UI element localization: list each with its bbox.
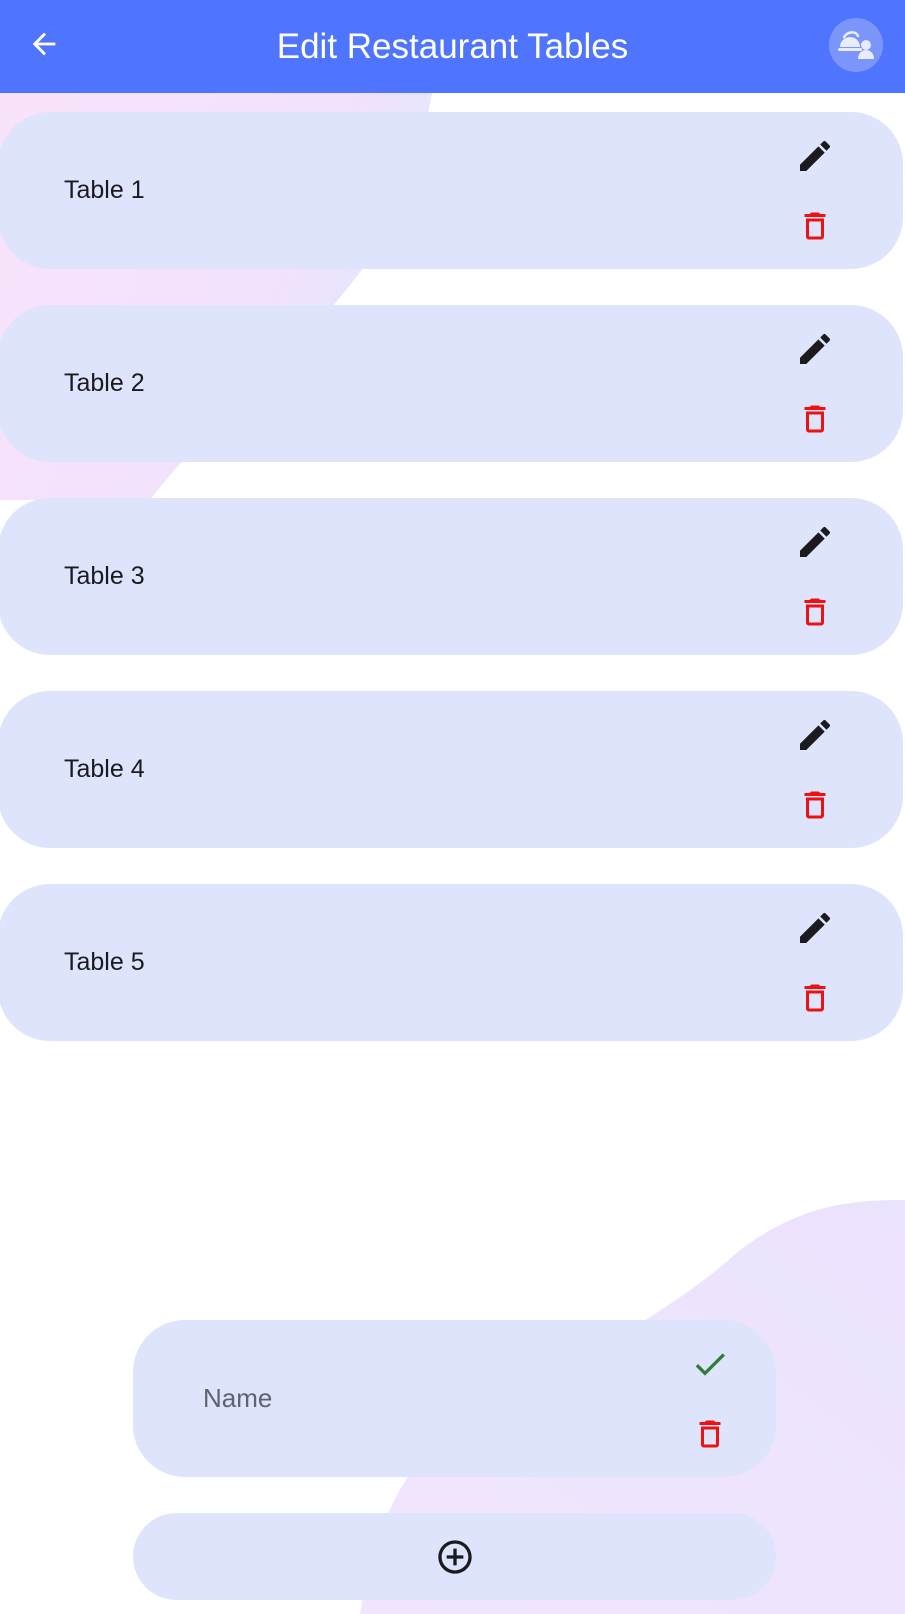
confirm-button[interactable] (686, 1340, 734, 1388)
add-table-button[interactable] (133, 1513, 776, 1600)
delete-button[interactable] (686, 1410, 734, 1458)
new-table-card (133, 1320, 776, 1477)
delete-trash-icon (804, 984, 826, 1012)
table-list: Table 1 Table 2 Table 3 Table 4 Table 5 (0, 112, 905, 1077)
edit-button[interactable] (791, 904, 839, 952)
delete-button[interactable] (791, 588, 839, 636)
screen: Edit Restaurant Tables Table 1 Table 2 T… (0, 0, 905, 1614)
restaurant-staff-avatar-icon (838, 31, 874, 59)
delete-trash-icon (804, 212, 826, 240)
table-name: Table 2 (64, 369, 145, 397)
delete-trash-icon (804, 598, 826, 626)
delete-button[interactable] (791, 974, 839, 1022)
app-bar: Edit Restaurant Tables (0, 0, 905, 93)
table-row: Table 4 (0, 691, 903, 848)
add-circle-icon (437, 1539, 472, 1574)
table-name: Table 3 (64, 562, 145, 590)
delete-button[interactable] (791, 202, 839, 250)
table-row: Table 1 (0, 112, 903, 269)
page-title: Edit Restaurant Tables (276, 27, 629, 66)
edit-pencil-icon (800, 719, 831, 750)
delete-trash-icon (804, 405, 826, 433)
delete-trash-icon (804, 791, 826, 819)
table-name: Table 1 (64, 176, 145, 204)
table-name-input[interactable] (203, 1368, 623, 1428)
delete-trash-icon (699, 1420, 721, 1448)
delete-button[interactable] (791, 781, 839, 829)
delete-button[interactable] (791, 395, 839, 443)
edit-pencil-icon (800, 912, 831, 943)
check-icon (695, 1353, 725, 1376)
edit-pencil-icon (800, 526, 831, 557)
table-row: Table 3 (0, 498, 903, 655)
edit-pencil-icon (800, 140, 831, 171)
edit-pencil-icon (800, 333, 831, 364)
edit-button[interactable] (791, 132, 839, 180)
table-name: Table 5 (64, 948, 145, 976)
edit-button[interactable] (791, 518, 839, 566)
table-row: Table 5 (0, 884, 903, 1041)
avatar[interactable] (829, 18, 883, 72)
edit-button[interactable] (791, 711, 839, 759)
table-name: Table 4 (64, 755, 145, 783)
edit-button[interactable] (791, 325, 839, 373)
table-row: Table 2 (0, 305, 903, 462)
